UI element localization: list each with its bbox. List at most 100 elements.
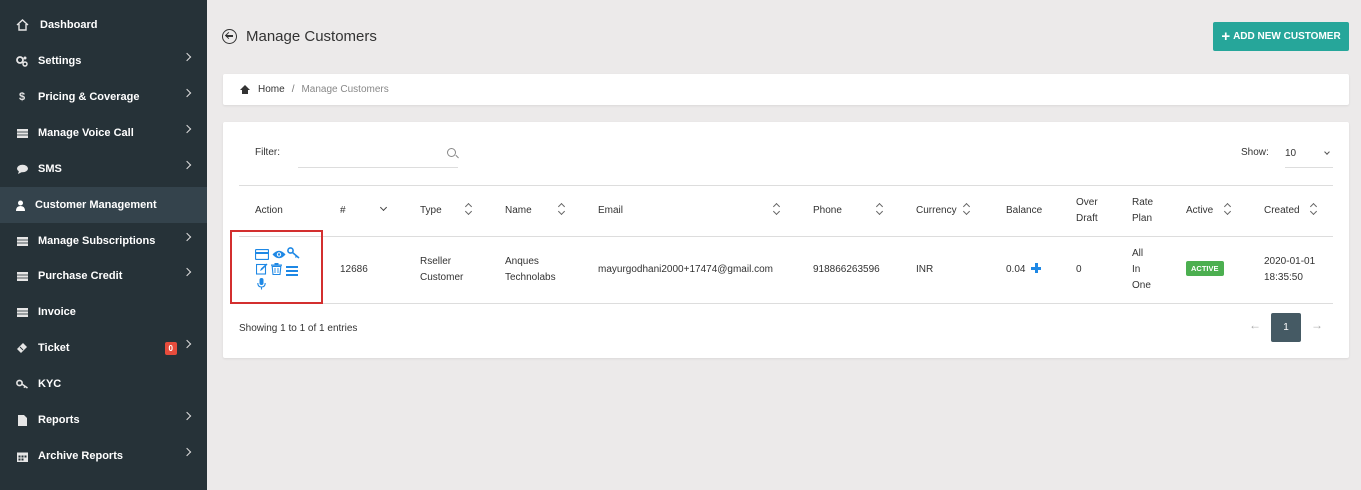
page-size-value: 10: [1285, 148, 1297, 159]
column-header-name[interactable]: Name: [505, 205, 532, 216]
credit-card-icon[interactable]: [254, 247, 270, 261]
breadcrumb-card: Home / Manage Customers: [223, 74, 1349, 105]
sort-desc-icon[interactable]: [379, 203, 388, 212]
chevron-right-icon: [182, 160, 192, 170]
chevron-right-icon: [182, 52, 192, 62]
menu-icon[interactable]: [286, 263, 299, 276]
dollar-icon: $: [18, 91, 26, 103]
sidebar-item-ticket[interactable]: Ticket 0: [0, 330, 207, 366]
column-header-overdraft-line1: Over: [1076, 197, 1098, 208]
sort-icon[interactable]: [877, 204, 882, 213]
sort-icon[interactable]: [466, 204, 471, 213]
sidebar-item-label: Manage Voice Call: [38, 127, 134, 139]
chevron-right-icon: [182, 411, 192, 421]
key-icon: [15, 377, 29, 391]
sidebar: Dashboard Settings $ Pricing & Coverage …: [0, 0, 207, 490]
sidebar-item-voice-call[interactable]: Manage Voice Call: [0, 115, 207, 151]
column-header-active[interactable]: Active: [1186, 205, 1213, 216]
add-button-label: ADD NEW CUSTOMER: [1233, 31, 1341, 42]
column-header-email[interactable]: Email: [598, 205, 623, 216]
sidebar-item-pricing[interactable]: $ Pricing & Coverage: [0, 79, 207, 115]
sidebar-item-reports[interactable]: Reports: [0, 402, 207, 438]
add-balance-icon[interactable]: [1031, 263, 1041, 273]
list-icon: [15, 234, 29, 248]
sidebar-item-label: Archive Reports: [38, 450, 123, 462]
list-icon: [15, 269, 29, 283]
sort-icon[interactable]: [964, 204, 969, 213]
column-header-rateplan-line2: Plan: [1132, 213, 1153, 224]
sidebar-item-label: KYC: [38, 378, 62, 390]
breadcrumb-home[interactable]: Home: [258, 84, 285, 95]
user-icon: [15, 198, 25, 212]
cell-balance: 0.04: [1006, 264, 1026, 275]
filter-input[interactable]: [298, 140, 458, 168]
breadcrumb-separator: /: [291, 84, 295, 95]
sidebar-item-archive-reports[interactable]: Archive Reports: [0, 438, 207, 474]
plus-icon: +: [1221, 28, 1231, 45]
column-header-phone[interactable]: Phone: [813, 205, 842, 216]
chevron-right-icon: [182, 267, 192, 277]
column-header-rateplan-line1: Rate: [1132, 197, 1154, 208]
trash-icon[interactable]: [271, 262, 284, 276]
cell-phone: 918866263596: [813, 264, 880, 275]
search-icon: [447, 148, 456, 157]
column-header-currency[interactable]: Currency: [916, 205, 957, 216]
sidebar-item-kyc[interactable]: KYC: [0, 366, 207, 402]
comment-icon: [15, 162, 29, 176]
sort-icon[interactable]: [774, 204, 779, 213]
sidebar-item-label: Manage Subscriptions: [38, 235, 156, 247]
cell-name-line1: Anques: [505, 256, 539, 267]
cell-type-line2: Customer: [420, 272, 464, 283]
sidebar-item-purchase-credit[interactable]: Purchase Credit: [0, 258, 207, 294]
page-size-select[interactable]: 10: [1285, 140, 1333, 168]
sidebar-item-subscriptions[interactable]: Manage Subscriptions: [0, 223, 207, 259]
pagination-page-1[interactable]: 1: [1271, 313, 1301, 342]
cell-created-time: 18:35:50: [1264, 272, 1303, 283]
cell-rateplan-line3: One: [1132, 280, 1151, 291]
column-header-type[interactable]: Type: [420, 205, 442, 216]
pagination-next[interactable]: →: [1311, 318, 1323, 332]
pagination-prev[interactable]: ←: [1249, 318, 1261, 332]
sort-icon[interactable]: [1311, 204, 1316, 213]
column-header-action: Action: [255, 205, 283, 216]
sidebar-item-customer-management[interactable]: Customer Management: [0, 187, 207, 223]
table-top-divider: [239, 185, 1333, 186]
sidebar-item-sms[interactable]: SMS: [0, 151, 207, 187]
sidebar-item-settings[interactable]: Settings: [0, 43, 207, 79]
calendar-icon: [15, 449, 29, 463]
sidebar-item-label: Invoice: [38, 306, 76, 318]
file-icon: [15, 413, 29, 427]
key-icon[interactable]: [287, 246, 300, 259]
status-badge: ACTIVE: [1186, 261, 1224, 276]
chevron-down-icon: [1324, 149, 1330, 155]
cell-type-line1: Rseller: [420, 256, 452, 267]
sidebar-item-invoice[interactable]: Invoice: [0, 294, 207, 330]
sort-icon[interactable]: [559, 204, 564, 213]
sidebar-item-label: Settings: [38, 55, 82, 67]
column-header-overdraft-line2: Draft: [1076, 213, 1098, 224]
sort-icon[interactable]: [1225, 204, 1230, 213]
chevron-right-icon: [182, 339, 192, 349]
sidebar-item-label: Customer Management: [35, 199, 157, 211]
back-arrow-icon[interactable]: [222, 29, 237, 44]
add-new-customer-button[interactable]: + ADD NEW CUSTOMER: [1213, 22, 1349, 51]
home-icon: [15, 18, 29, 32]
cell-rateplan-line1: All: [1132, 248, 1144, 259]
entries-info: Showing 1 to 1 of 1 entries: [239, 323, 358, 334]
column-header-created[interactable]: Created: [1264, 205, 1300, 216]
column-header-id[interactable]: #: [340, 205, 346, 216]
edit-icon[interactable]: [255, 262, 269, 275]
microphone-icon[interactable]: [257, 277, 270, 290]
cell-overdraft: 0: [1076, 264, 1082, 275]
sidebar-item-label: Purchase Credit: [38, 270, 123, 282]
eye-icon[interactable]: [272, 247, 286, 259]
cell-id: 12686: [340, 264, 368, 275]
breadcrumb: Home / Manage Customers: [239, 84, 389, 95]
ticket-icon: [15, 341, 29, 355]
sidebar-item-dashboard[interactable]: Dashboard: [0, 7, 207, 43]
sidebar-item-label: Ticket: [38, 342, 70, 354]
table-bottom-divider: [239, 303, 1333, 304]
chevron-right-icon: [182, 447, 192, 457]
cell-rateplan-line2: In: [1132, 264, 1141, 275]
cell-email: mayurgodhani2000+17474@gmail.com: [598, 264, 773, 275]
